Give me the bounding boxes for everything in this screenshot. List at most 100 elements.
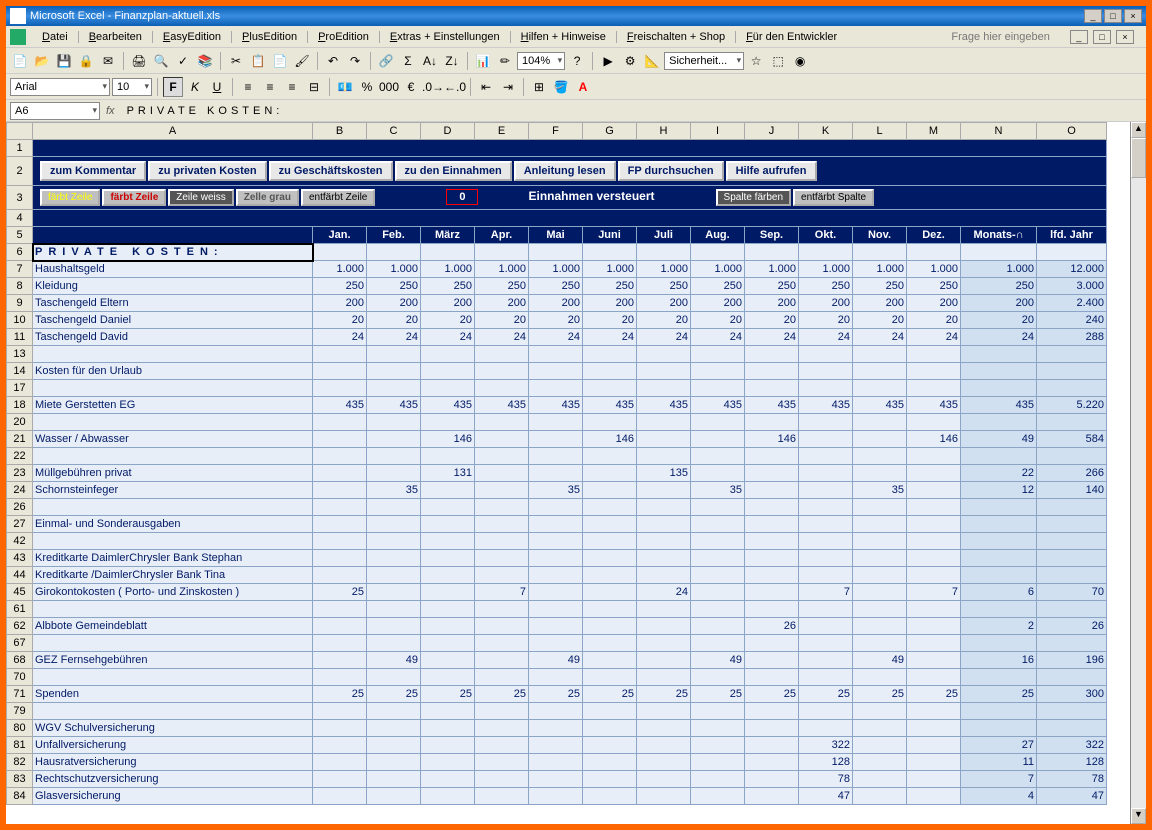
cell[interactable] xyxy=(853,363,907,380)
year-total[interactable]: 128 xyxy=(1037,754,1107,771)
cell[interactable]: 26 xyxy=(745,618,799,635)
column-header-L[interactable]: L xyxy=(853,123,907,140)
cell[interactable] xyxy=(529,448,583,465)
cell[interactable] xyxy=(475,618,529,635)
monthly-avg[interactable] xyxy=(961,669,1037,686)
cell[interactable]: 322 xyxy=(799,737,853,754)
cell[interactable] xyxy=(907,465,961,482)
year-total[interactable] xyxy=(1037,448,1107,465)
vba-icon[interactable]: ⚙ xyxy=(620,51,640,71)
fill-color-icon[interactable]: 🪣 xyxy=(551,77,571,97)
fx-icon[interactable]: fx xyxy=(106,105,115,117)
column-header-I[interactable]: I xyxy=(691,123,745,140)
row-label[interactable] xyxy=(33,380,313,397)
cell[interactable] xyxy=(853,635,907,652)
cell[interactable] xyxy=(691,618,745,635)
cell[interactable] xyxy=(367,720,421,737)
cell[interactable] xyxy=(583,669,637,686)
cell[interactable] xyxy=(421,703,475,720)
security-button[interactable]: Sicherheit... xyxy=(664,52,744,70)
cell[interactable] xyxy=(529,703,583,720)
align-left-icon[interactable]: ≡ xyxy=(238,77,258,97)
cell[interactable] xyxy=(907,516,961,533)
cell[interactable] xyxy=(799,363,853,380)
monthly-avg[interactable]: 16 xyxy=(961,652,1037,669)
cell[interactable] xyxy=(583,720,637,737)
cell[interactable] xyxy=(745,788,799,805)
cell[interactable] xyxy=(907,703,961,720)
monthly-avg[interactable]: 1.000 xyxy=(961,261,1037,278)
cell[interactable] xyxy=(475,771,529,788)
cell[interactable] xyxy=(907,567,961,584)
row-label[interactable]: Wasser / Abwasser xyxy=(33,431,313,448)
cell[interactable]: 200 xyxy=(313,295,367,312)
year-total[interactable]: 140 xyxy=(1037,482,1107,499)
column-header-M[interactable]: M xyxy=(907,123,961,140)
cell[interactable] xyxy=(637,499,691,516)
cell[interactable]: 435 xyxy=(475,397,529,414)
column-header-D[interactable]: D xyxy=(421,123,475,140)
year-total[interactable]: 47 xyxy=(1037,788,1107,805)
year-total[interactable] xyxy=(1037,414,1107,431)
cell[interactable] xyxy=(367,669,421,686)
cell[interactable]: 200 xyxy=(637,295,691,312)
bold-icon[interactable]: F xyxy=(163,77,183,97)
cell[interactable] xyxy=(421,363,475,380)
cell[interactable] xyxy=(583,465,637,482)
monthly-avg[interactable] xyxy=(961,516,1037,533)
cell[interactable] xyxy=(313,550,367,567)
cell[interactable] xyxy=(745,482,799,499)
cell[interactable] xyxy=(421,754,475,771)
cell[interactable] xyxy=(691,414,745,431)
thousands-icon[interactable]: 000 xyxy=(379,77,399,97)
cell[interactable]: 1.000 xyxy=(799,261,853,278)
row-label[interactable]: Albbote Gemeindeblatt xyxy=(33,618,313,635)
cell[interactable]: 146 xyxy=(907,431,961,448)
cell[interactable]: 24 xyxy=(367,329,421,346)
cell[interactable] xyxy=(475,601,529,618)
cell[interactable]: 24 xyxy=(421,329,475,346)
cell[interactable] xyxy=(691,380,745,397)
row-label[interactable]: Spenden xyxy=(33,686,313,703)
cell[interactable] xyxy=(745,465,799,482)
monthly-avg[interactable]: 11 xyxy=(961,754,1037,771)
cell[interactable]: 25 xyxy=(799,686,853,703)
monthly-avg[interactable]: 200 xyxy=(961,295,1037,312)
cell[interactable] xyxy=(637,363,691,380)
cell[interactable] xyxy=(799,618,853,635)
cell[interactable] xyxy=(691,737,745,754)
cell[interactable]: 435 xyxy=(691,397,745,414)
year-total[interactable] xyxy=(1037,499,1107,516)
cell[interactable] xyxy=(583,754,637,771)
cell[interactable] xyxy=(529,754,583,771)
cell[interactable] xyxy=(637,635,691,652)
cell[interactable]: 250 xyxy=(637,278,691,295)
cell[interactable]: 200 xyxy=(799,295,853,312)
tool1-icon[interactable]: ☆ xyxy=(746,51,766,71)
cell[interactable] xyxy=(475,465,529,482)
row-header-20[interactable]: 20 xyxy=(7,414,33,431)
year-total[interactable]: 3.000 xyxy=(1037,278,1107,295)
row-label[interactable]: Glasversicherung xyxy=(33,788,313,805)
help-icon[interactable]: ? xyxy=(567,51,587,71)
action-f-rbt-zeile[interactable]: färbt Zeile xyxy=(40,189,100,206)
cell[interactable]: 20 xyxy=(367,312,421,329)
row-header-11[interactable]: 11 xyxy=(7,329,33,346)
cell[interactable] xyxy=(691,448,745,465)
select-all-corner[interactable] xyxy=(7,123,33,140)
monthly-avg[interactable] xyxy=(961,550,1037,567)
cell[interactable]: 1.000 xyxy=(421,261,475,278)
year-total[interactable] xyxy=(1037,550,1107,567)
cell[interactable]: 25 xyxy=(367,686,421,703)
cell[interactable]: 35 xyxy=(691,482,745,499)
year-total[interactable]: 196 xyxy=(1037,652,1107,669)
cell[interactable]: 25 xyxy=(313,584,367,601)
row-label[interactable]: Haushaltsgeld xyxy=(33,261,313,278)
action-spalte-f-rben[interactable]: Spalte färben xyxy=(716,189,792,206)
cell[interactable] xyxy=(313,720,367,737)
inc-decimal-icon[interactable]: .0→ xyxy=(423,77,443,97)
monthly-avg[interactable]: 435 xyxy=(961,397,1037,414)
row-header-67[interactable]: 67 xyxy=(7,635,33,652)
cell[interactable]: 47 xyxy=(799,788,853,805)
cell[interactable]: 49 xyxy=(367,652,421,669)
